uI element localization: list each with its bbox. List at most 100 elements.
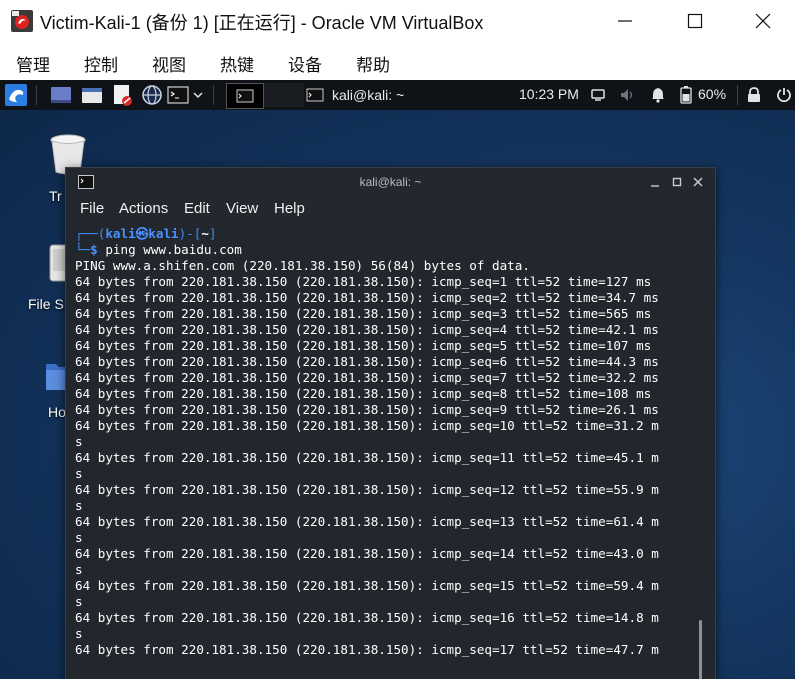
terminal-menu-actions[interactable]: Actions — [119, 200, 168, 217]
terminal-menu-help[interactable]: Help — [274, 200, 305, 217]
logout-button[interactable] — [775, 84, 793, 106]
desktop-home-label: Ho — [48, 404, 66, 420]
show-desktop-button[interactable] — [49, 84, 73, 106]
battery-indicator[interactable] — [679, 84, 693, 106]
menu-manage[interactable]: 管理 — [16, 51, 50, 76]
lock-screen-button[interactable] — [746, 84, 762, 106]
terminal-launcher[interactable] — [167, 84, 189, 106]
output-line: 64 bytes from 220.181.38.150 (220.181.38… — [75, 370, 659, 385]
menu-devices[interactable]: 设备 — [288, 51, 322, 76]
menu-hotkeys[interactable]: 热键 — [220, 51, 254, 76]
output-line: 64 bytes from 220.181.38.150 (220.181.38… — [75, 642, 659, 657]
minimize-button[interactable] — [590, 0, 660, 42]
virtualbox-menubar: 管理 控制 视图 热键 设备 帮助 — [0, 42, 795, 80]
prompt-user: kali — [105, 226, 136, 241]
workspace-1[interactable] — [226, 83, 264, 109]
output-line: 64 bytes from 220.181.38.150 (220.181.38… — [75, 450, 659, 465]
kali-menu-button[interactable] — [4, 84, 28, 106]
battery-percentage: 60% — [698, 86, 727, 102]
lock-icon — [748, 87, 760, 102]
output-line: s — [75, 530, 83, 545]
prompt-host: kali — [148, 226, 179, 241]
prompt-line-command: └─$ ping www.baidu.com — [75, 242, 697, 258]
launcher-dropdown[interactable] — [191, 84, 205, 106]
menu-help[interactable]: 帮助 — [356, 51, 390, 76]
minimize-icon — [618, 20, 632, 22]
menu-control[interactable]: 控制 — [84, 51, 118, 76]
output-line: 64 bytes from 220.181.38.150 (220.181.38… — [75, 610, 659, 625]
workspace-terminal-icon — [236, 89, 254, 103]
notifications-button[interactable] — [650, 84, 666, 106]
output-line: s — [75, 498, 83, 513]
menu-view[interactable]: 视图 — [152, 51, 186, 76]
display-button[interactable] — [590, 84, 606, 106]
terminal-scrollbar[interactable] — [699, 620, 702, 679]
terminal-title: kali@kali: ~ — [359, 175, 422, 189]
virtualbox-titlebar: Victim-Kali-1 (备份 1) [正在运行] - Oracle VM … — [0, 0, 795, 42]
terminal-icon — [306, 88, 324, 102]
output-line: 64 bytes from 220.181.38.150 (220.181.38… — [75, 402, 659, 417]
prompt-frame: )-[ — [178, 226, 202, 241]
window-title: Victim-Kali-1 (备份 1) [正在运行] - Oracle VM … — [40, 13, 484, 33]
command-text: ping www.baidu.com — [97, 242, 242, 257]
kali-top-panel: kali@kali: ~ 10:23 PM 60% — [0, 80, 795, 110]
output-line: 64 bytes from 220.181.38.150 (220.181.38… — [75, 578, 659, 593]
kali-dragon-icon — [5, 84, 27, 106]
terminal-titlebar[interactable]: kali@kali: ~ — [66, 168, 715, 196]
text-editor-launcher[interactable] — [110, 84, 134, 106]
prompt-at-symbol: ㉿ — [135, 226, 149, 241]
maximize-button[interactable] — [660, 0, 730, 42]
minimize-icon[interactable] — [650, 178, 660, 188]
output-line: 64 bytes from 220.181.38.150 (220.181.38… — [75, 306, 652, 321]
output-line: s — [75, 594, 83, 609]
maximize-icon[interactable] — [672, 177, 682, 187]
file-manager-launcher[interactable] — [80, 84, 104, 106]
output-line: 64 bytes from 220.181.38.150 (220.181.38… — [75, 322, 659, 337]
terminal-icon — [167, 86, 189, 104]
output-line: 64 bytes from 220.181.38.150 (220.181.38… — [75, 482, 659, 497]
terminal-output[interactable]: ┌──(kali㉿kali)-[~] └─$ ping www.baidu.co… — [75, 226, 697, 679]
output-line: 64 bytes from 220.181.38.150 (220.181.38… — [75, 274, 652, 289]
prompt-frame: ┌──( — [75, 226, 106, 241]
output-line: 64 bytes from 220.181.38.150 (220.181.38… — [75, 386, 652, 401]
file-manager-icon — [82, 88, 102, 103]
web-browser-launcher[interactable] — [140, 84, 164, 106]
volume-button[interactable] — [619, 84, 637, 106]
prompt-frame: ] — [208, 226, 217, 241]
output-line: s — [75, 466, 83, 481]
monitor-icon — [591, 89, 605, 101]
speaker-muted-icon — [621, 89, 633, 101]
output-line: s — [75, 626, 83, 641]
workspace-2[interactable] — [264, 83, 304, 107]
desktop-icon — [51, 87, 71, 103]
guest-display[interactable]: kali@kali: ~ 10:23 PM 60% Tr File S Ho k… — [0, 80, 795, 679]
terminal-menu-edit[interactable]: Edit — [184, 200, 210, 217]
close-icon[interactable] — [693, 177, 703, 187]
output-line: PING www.a.shifen.com (220.181.38.150) 5… — [75, 258, 530, 273]
globe-icon — [142, 85, 162, 105]
panel-separator — [36, 85, 37, 105]
output-line: 64 bytes from 220.181.38.150 (220.181.38… — [75, 338, 652, 353]
terminal-menu-file[interactable]: File — [80, 200, 104, 217]
maximize-icon — [687, 13, 703, 29]
close-button[interactable] — [728, 0, 795, 42]
panel-separator — [213, 85, 214, 105]
prompt-dollar: $ — [90, 242, 98, 257]
battery-icon — [680, 86, 692, 104]
desktop-filesystem-label: File S — [28, 296, 64, 312]
terminal-menubar: File Actions Edit View Help — [66, 196, 715, 224]
terminal-menu-view[interactable]: View — [226, 200, 258, 217]
terminal-window[interactable]: kali@kali: ~ File Actions Edit View Help… — [65, 167, 716, 679]
ping-output: PING www.a.shifen.com (220.181.38.150) 5… — [75, 258, 697, 658]
prompt-line-top: ┌──(kali㉿kali)-[~] — [75, 226, 697, 242]
taskbar-terminal-task[interactable]: kali@kali: ~ — [306, 80, 404, 110]
output-line: s — [75, 562, 83, 577]
output-line: 64 bytes from 220.181.38.150 (220.181.38… — [75, 546, 659, 561]
bell-icon — [652, 88, 664, 103]
output-line: 64 bytes from 220.181.38.150 (220.181.38… — [75, 418, 659, 433]
close-icon — [755, 13, 771, 29]
power-icon — [777, 88, 791, 103]
panel-clock[interactable]: 10:23 PM — [519, 86, 579, 102]
output-line: 64 bytes from 220.181.38.150 (220.181.38… — [75, 514, 659, 529]
output-line: s — [75, 434, 83, 449]
